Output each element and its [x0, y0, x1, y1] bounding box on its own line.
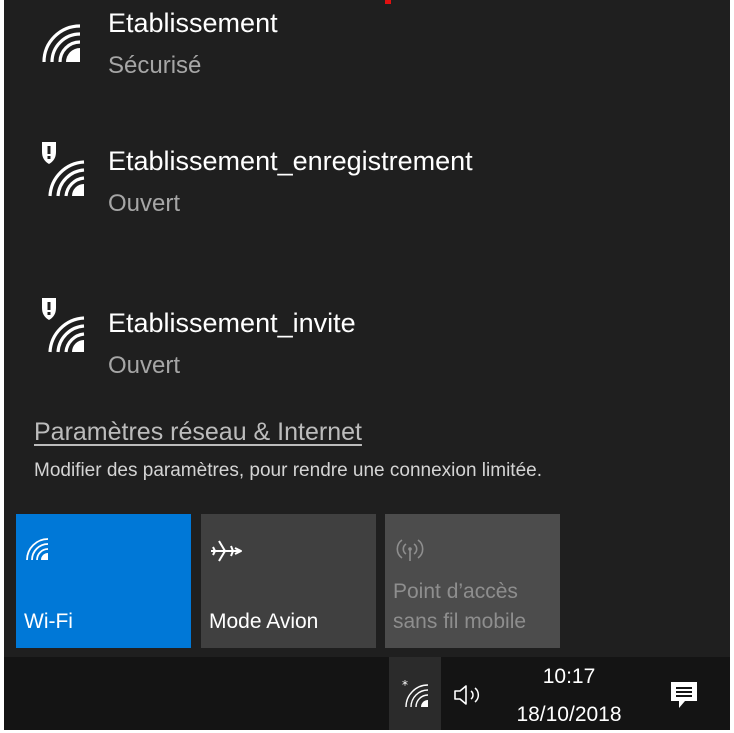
airplane-icon [211, 540, 242, 562]
network-settings-description: Modifier des paramètres, pour rendre une… [34, 460, 542, 481]
network-flyout: Etablissement Sécurisé Etablissement_enr… [0, 0, 734, 733]
tile-label-line: Point d’accès [393, 580, 518, 604]
clock-date[interactable]: 18/10/2018 [484, 703, 654, 727]
tile-label: Point d’accès sans fil mobile [393, 577, 526, 636]
airplane-mode-tile[interactable]: Mode Avion [201, 514, 376, 648]
network-status: Ouvert [108, 352, 181, 379]
network-item[interactable]: Etablissement_invite Ouvert [32, 298, 722, 398]
network-tray-button[interactable]: * [389, 657, 441, 730]
hotspot-icon [396, 539, 424, 561]
network-name: Etablissement_invite [108, 308, 356, 338]
action-center-icon[interactable] [668, 679, 700, 711]
network-tray-icon: * [402, 679, 429, 708]
taskbar: * 10:17 18/10/2018 [4, 657, 730, 730]
network-item[interactable]: Etablissement Sécurisé [32, 8, 722, 98]
tile-label: Wi-Fi [24, 609, 73, 633]
network-item[interactable]: Etablissement_enregistrement Ouvert [32, 142, 722, 236]
wifi-open-warning-icon [42, 142, 85, 197]
tile-label: Mode Avion [209, 609, 319, 633]
network-status: Sécurisé [108, 52, 202, 79]
wifi-icon [26, 538, 49, 561]
clock-time[interactable]: 10:17 [484, 665, 654, 689]
network-name: Etablissement_enregistrement [108, 146, 473, 176]
svg-text:*: * [402, 679, 408, 692]
network-status: Ouvert [108, 190, 181, 217]
wifi-signal-icon [42, 24, 81, 63]
wifi-toggle-tile[interactable]: Wi-Fi [16, 514, 191, 648]
mobile-hotspot-tile[interactable]: Point d’accès sans fil mobile [385, 514, 560, 648]
volume-icon[interactable] [452, 683, 486, 707]
annotation-mark [385, 0, 391, 4]
network-settings-link[interactable]: Paramètres réseau & Internet [34, 418, 362, 447]
tile-label-line: sans fil mobile [393, 609, 527, 633]
wifi-open-warning-icon [42, 298, 85, 353]
network-name: Etablissement [108, 8, 278, 38]
